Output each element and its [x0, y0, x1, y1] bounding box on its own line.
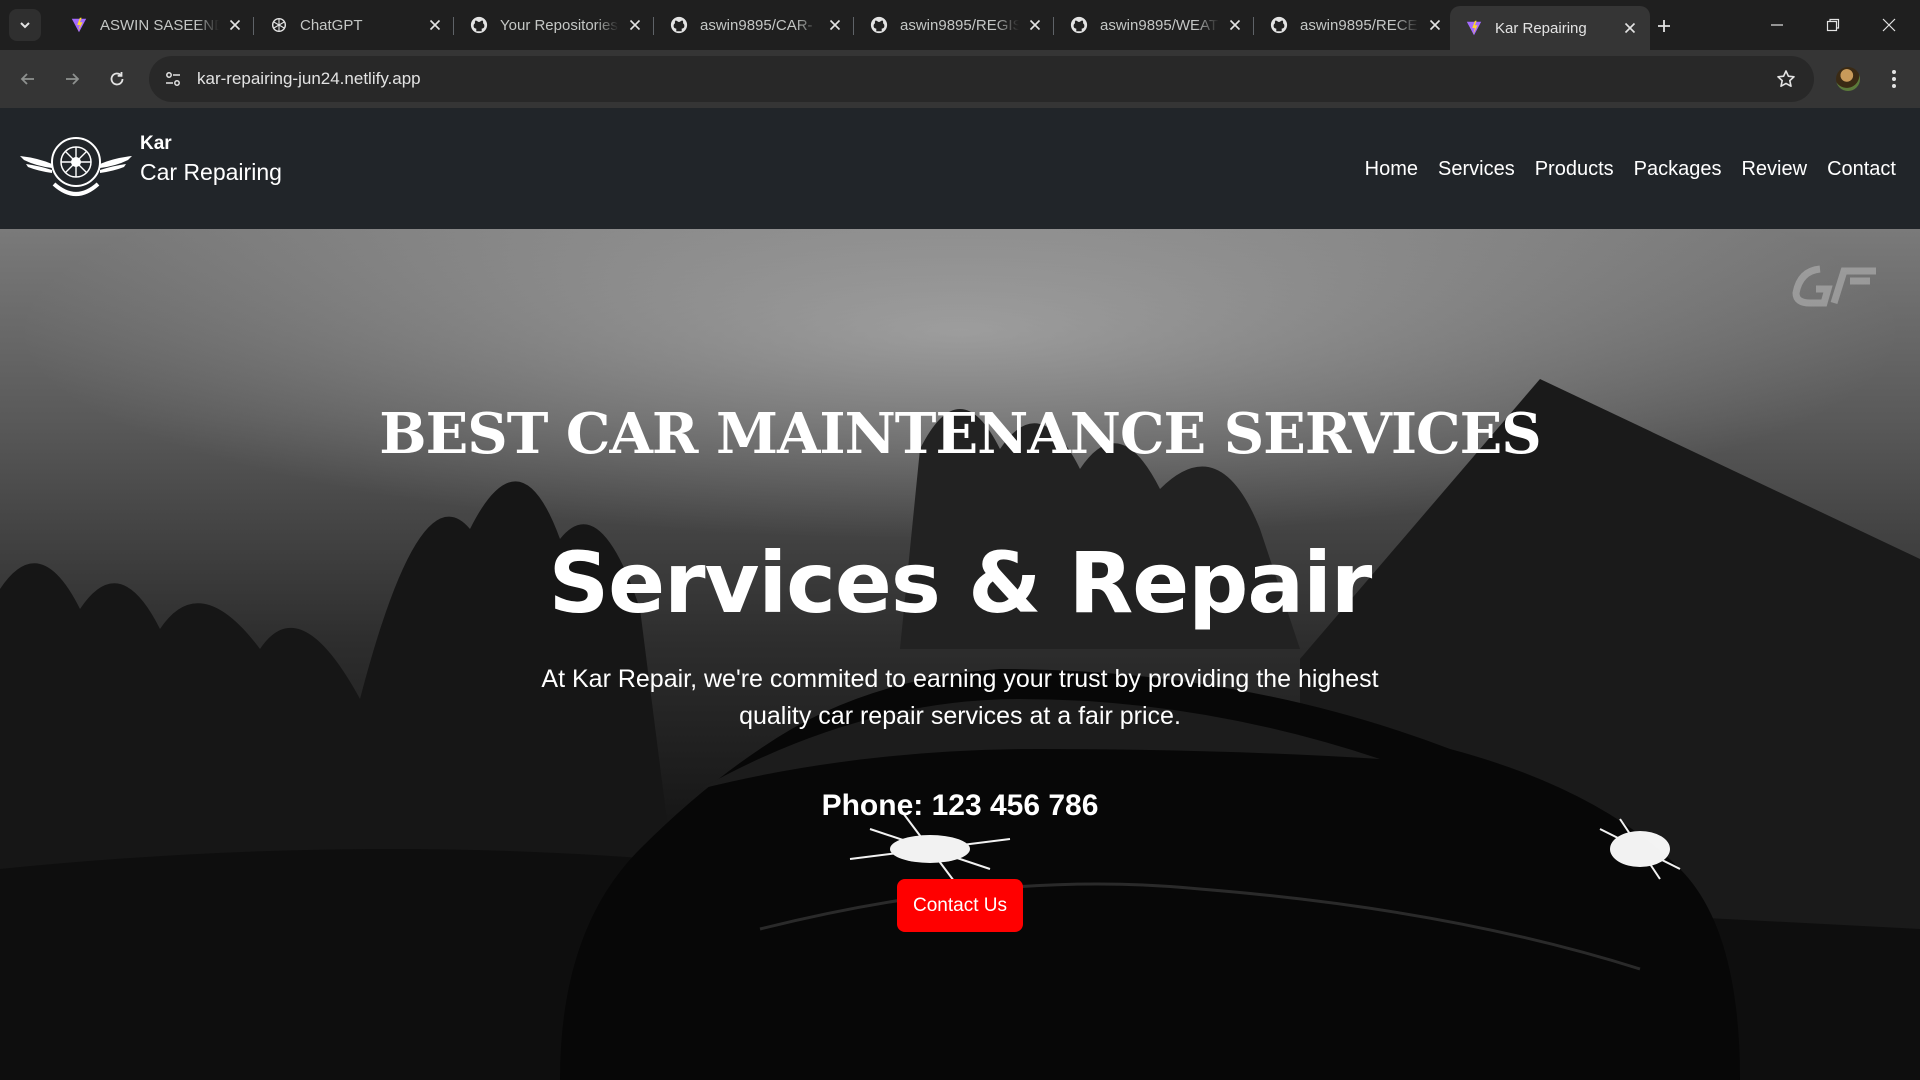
github-icon [1069, 15, 1089, 35]
nav-link-contact[interactable]: Contact [1827, 158, 1896, 181]
minimize-button[interactable] [1750, 0, 1804, 50]
tab-title: Kar Repairing [1495, 19, 1587, 37]
arrow-right-icon [66, 73, 80, 85]
url-text[interactable]: kar-repairing-jun24.netlify.app [197, 69, 421, 89]
hero-description: At Kar Repair, we're commited to earning… [541, 665, 1379, 730]
close-icon [229, 19, 241, 31]
tab-title: aswin9895/CAR- [700, 16, 813, 34]
site-navbar: Kar Car Repairing Home Services Products… [0, 108, 1920, 229]
vite-icon [1464, 18, 1484, 38]
forward-button[interactable] [56, 63, 88, 95]
close-icon [629, 19, 641, 31]
tab-title: aswin9895/WEAT [1100, 16, 1219, 34]
browser-tab[interactable]: aswin9895/RECE [1255, 6, 1455, 44]
browser-tab[interactable]: aswin9895/REGIS [855, 6, 1055, 44]
browser-tab[interactable]: aswin9895/CAR- [655, 6, 855, 44]
hero-content: BEST CAR MAINTENANCE SERVICES Services &… [0, 229, 1920, 1080]
tab-title: ChatGPT [300, 16, 363, 34]
github-icon [869, 15, 889, 35]
tab-separator [453, 17, 454, 35]
tab-separator [1053, 17, 1054, 35]
nav-link-packages[interactable]: Packages [1634, 158, 1722, 181]
more-vertical-icon [1892, 70, 1896, 88]
browser-tabstrip: ASWIN SASEENDRAN ChatGPT Your Repositories… [0, 0, 1920, 50]
browser-menu-button[interactable] [1880, 65, 1908, 93]
plus-icon [1658, 20, 1670, 32]
back-button[interactable] [12, 63, 44, 95]
nav-link-home[interactable]: Home [1365, 158, 1418, 181]
tab-title: ASWIN SASEENDRAN [100, 16, 219, 34]
browser-tab[interactable]: Your Repositories [455, 6, 655, 44]
auto-service-logo [20, 137, 132, 196]
tab-separator [853, 17, 854, 35]
tab-close-button[interactable] [1425, 15, 1445, 35]
tab-separator [653, 17, 654, 35]
hero-section: BEST CAR MAINTENANCE SERVICES Services &… [0, 229, 1920, 1080]
restore-button[interactable] [1806, 0, 1860, 50]
tab-separator [253, 17, 254, 35]
browser-tab[interactable]: ASWIN SASEENDRAN [55, 6, 255, 44]
tab-close-button[interactable] [1025, 15, 1045, 35]
tab-close-button[interactable] [225, 15, 245, 35]
github-icon [469, 15, 489, 35]
hero-title: Services & Repair [548, 534, 1373, 632]
tune-icon [166, 72, 180, 86]
browser-tab[interactable]: aswin9895/WEAT [1055, 6, 1255, 44]
nav-link-review[interactable]: Review [1741, 158, 1807, 181]
vite-icon [69, 15, 89, 35]
tab-title: Your Repositories [500, 16, 618, 34]
page-viewport: Kar Car Repairing Home Services Products… [0, 108, 1920, 1080]
restore-icon [1826, 18, 1840, 32]
tab-separator [1253, 17, 1254, 35]
close-icon [1029, 19, 1041, 31]
profile-avatar[interactable] [1836, 67, 1860, 91]
site-nav-links: Home Services Products Packages Review C… [1365, 158, 1896, 181]
hero-tagline: BEST CAR MAINTENANCE SERVICES [379, 401, 1541, 467]
tab-title: aswin9895/RECE [1300, 16, 1418, 34]
chatgpt-icon [269, 15, 289, 35]
bookmark-button[interactable] [1774, 67, 1798, 91]
github-icon [669, 15, 689, 35]
close-icon [1229, 19, 1241, 31]
reload-button[interactable] [101, 63, 133, 95]
star-icon [1777, 70, 1795, 87]
site-brand[interactable]: Kar Car Repairing [140, 133, 282, 186]
tab-title: aswin9895/REGIS [900, 16, 1019, 34]
nav-link-services[interactable]: Services [1438, 158, 1515, 181]
contact-us-button[interactable]: Contact Us [897, 879, 1023, 932]
close-icon [1624, 22, 1636, 34]
close-icon [1882, 18, 1896, 32]
hero-phone: Phone: 123 456 786 [821, 789, 1099, 822]
chevron-down-icon [20, 22, 30, 29]
browser-tab[interactable]: Kar Repairing [1450, 6, 1650, 50]
tab-close-button[interactable] [825, 15, 845, 35]
github-icon [1269, 15, 1289, 35]
new-tab-button[interactable] [1650, 12, 1678, 40]
browser-toolbar: kar-repairing-jun24.netlify.app [0, 50, 1920, 108]
brand-title: Car Repairing [140, 159, 282, 185]
site-info-button[interactable] [159, 65, 187, 93]
brand-small-text: Kar [140, 133, 172, 154]
tab-close-button[interactable] [1225, 15, 1245, 35]
tab-close-button[interactable] [625, 15, 645, 35]
close-icon [429, 19, 441, 31]
close-icon [1429, 19, 1441, 31]
tab-close-button[interactable] [425, 15, 445, 35]
minimize-icon [1771, 24, 1783, 26]
address-bar[interactable]: kar-repairing-jun24.netlify.app [149, 56, 1814, 102]
browser-tab[interactable]: ChatGPT [255, 6, 455, 44]
tab-search-button[interactable] [9, 9, 41, 41]
nav-link-products[interactable]: Products [1535, 158, 1614, 181]
arrow-left-icon [20, 73, 34, 85]
close-window-button[interactable] [1862, 0, 1916, 50]
close-icon [829, 19, 841, 31]
reload-icon [110, 72, 124, 86]
tab-close-button[interactable] [1620, 18, 1640, 38]
